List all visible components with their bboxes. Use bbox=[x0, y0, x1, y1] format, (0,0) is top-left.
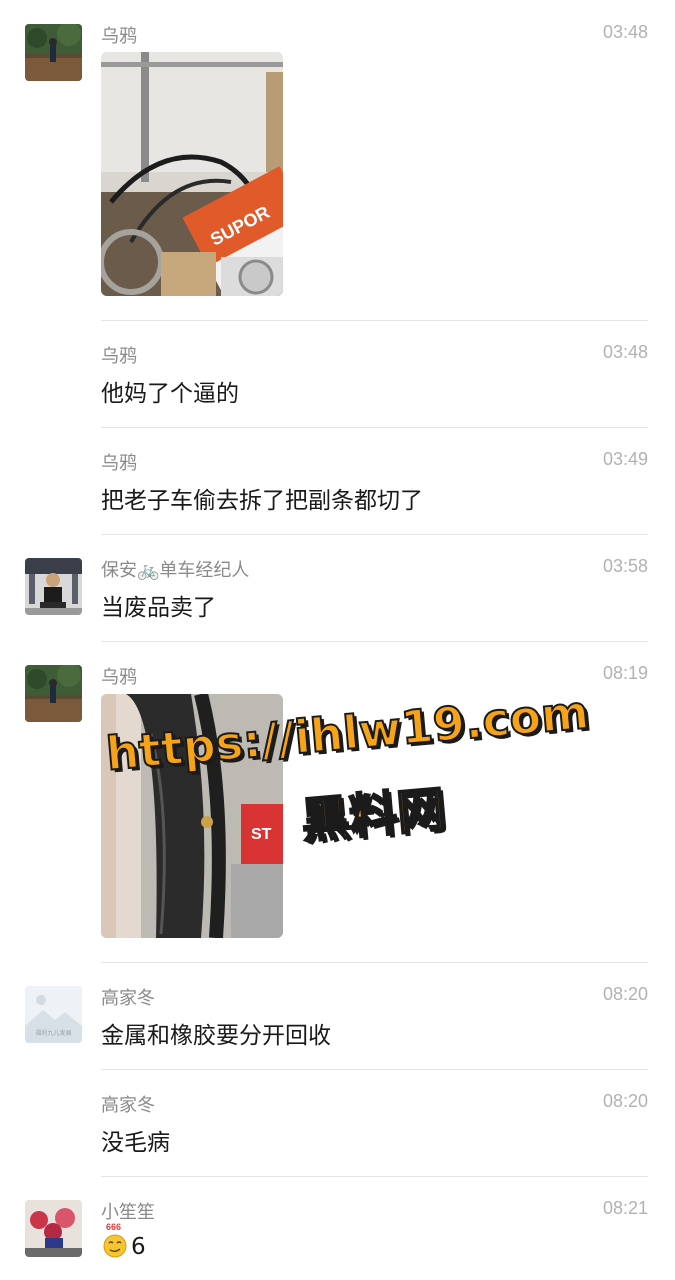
avatar-caption: 福利九儿发展 bbox=[35, 1030, 72, 1037]
timestamp: 08:21 bbox=[602, 1198, 648, 1218]
avatar[interactable] bbox=[25, 24, 82, 81]
sender-name: 乌鸦 bbox=[101, 26, 137, 47]
sender-name: 高家冬 bbox=[101, 1095, 155, 1116]
sender-name: 保安🚲单车经纪人 bbox=[101, 560, 250, 581]
timestamp: 03:48 bbox=[602, 342, 648, 362]
divider bbox=[101, 534, 648, 535]
message-text[interactable]: 没毛病 bbox=[101, 1123, 170, 1157]
image-attachment[interactable]: SUPOR bbox=[101, 52, 283, 296]
timestamp: 03:58 bbox=[602, 556, 648, 576]
sender-name: 乌鸦 bbox=[101, 453, 137, 474]
avatar[interactable] bbox=[25, 1200, 82, 1257]
watermark-site-name: 黑料网 bbox=[298, 780, 448, 850]
sender-name: 高家冬 bbox=[101, 988, 155, 1009]
avatar[interactable]: 福利九儿发展 bbox=[25, 986, 82, 1043]
divider bbox=[101, 641, 648, 642]
timestamp: 08:19 bbox=[602, 663, 648, 683]
message-text-content: 6 bbox=[131, 1234, 146, 1260]
timestamp: 03:49 bbox=[602, 449, 648, 469]
divider bbox=[101, 962, 648, 963]
smirk-emoji-icon: 666 bbox=[101, 1222, 131, 1258]
emoji-badge: 666 bbox=[106, 1222, 122, 1232]
message-text[interactable]: 把老子车偷去拆了把副条都切了 bbox=[101, 481, 423, 515]
timestamp: 03:48 bbox=[602, 22, 648, 42]
divider bbox=[101, 427, 648, 428]
divider bbox=[101, 1069, 648, 1070]
message-text[interactable]: 当废品卖了 bbox=[101, 588, 216, 622]
avatar[interactable] bbox=[25, 558, 82, 615]
avatar[interactable] bbox=[25, 665, 82, 722]
timestamp: 08:20 bbox=[602, 984, 648, 1004]
brand-text: ST bbox=[251, 826, 272, 843]
sender-name: 乌鸦 bbox=[101, 667, 137, 688]
sender-name: 小笙笙 bbox=[101, 1202, 155, 1223]
sender-name: 乌鸦 bbox=[101, 346, 137, 367]
message-text[interactable]: 他妈了个逼的 bbox=[101, 374, 239, 408]
timestamp: 08:20 bbox=[602, 1091, 648, 1111]
divider bbox=[101, 320, 648, 321]
message-text[interactable]: 金属和橡胶要分开回收 bbox=[101, 1016, 331, 1050]
divider bbox=[101, 1176, 648, 1177]
message-text[interactable]: 666 6 bbox=[101, 1222, 146, 1260]
